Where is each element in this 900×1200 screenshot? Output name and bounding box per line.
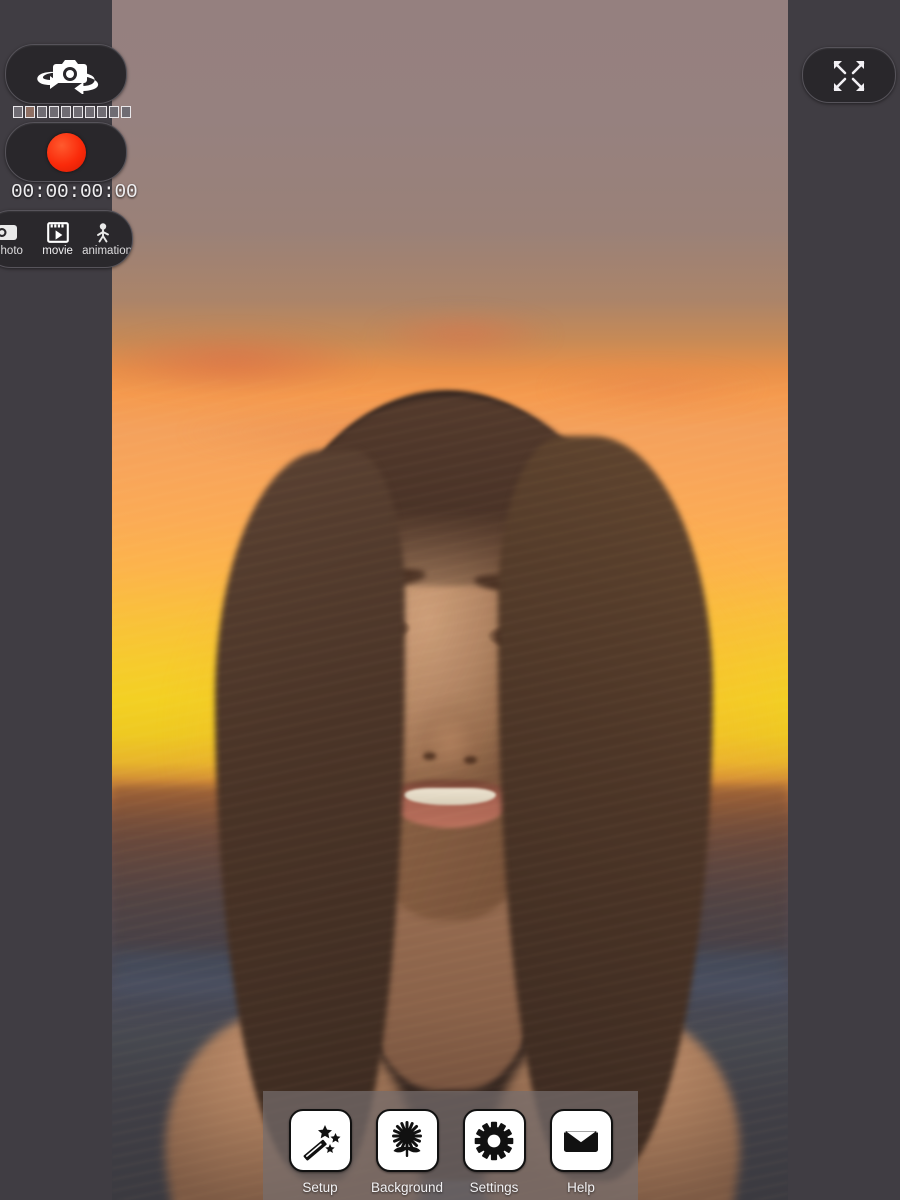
background-icon-box	[375, 1109, 439, 1172]
camera-app-window: 00:00:00:00 photo	[0, 0, 900, 1200]
envelope-icon	[564, 1130, 598, 1152]
settings-icon-box	[462, 1109, 526, 1172]
record-button[interactable]	[5, 122, 127, 182]
setup-icon-box	[288, 1109, 352, 1172]
mode-item-photo[interactable]: photo	[0, 221, 33, 257]
flip-camera-icon	[37, 60, 99, 94]
clapperboard-play-icon	[46, 222, 69, 243]
background-label: Background	[370, 1180, 444, 1195]
frame-cell[interactable]	[25, 106, 35, 118]
letterbox-right	[788, 0, 900, 1200]
frame-cell[interactable]	[49, 106, 59, 118]
frame-cell[interactable]	[37, 106, 47, 118]
camera-preview[interactable]	[112, 0, 788, 1200]
mode-item-animation[interactable]: animation	[82, 221, 132, 257]
frame-cell[interactable]	[109, 106, 119, 118]
hair-strand-texture	[112, 380, 788, 1200]
mode-selector[interactable]: photo movie	[0, 210, 133, 268]
timecode-display: 00:00:00:00	[11, 181, 138, 203]
frame-strip-indicator[interactable]	[13, 106, 131, 118]
fullscreen-expand-icon	[833, 61, 865, 91]
mode-label-animation: animation	[82, 245, 132, 257]
record-dot-icon	[46, 132, 86, 172]
mode-item-movie[interactable]: movie	[33, 221, 82, 257]
setup-label: Setup	[302, 1180, 338, 1195]
fullscreen-button[interactable]	[802, 47, 896, 103]
flip-camera-button[interactable]	[5, 44, 127, 104]
frame-cell[interactable]	[61, 106, 71, 118]
frame-cell[interactable]	[73, 106, 83, 118]
camera-icon	[0, 225, 17, 240]
help-button[interactable]: Help	[548, 1109, 614, 1195]
frame-cell[interactable]	[85, 106, 95, 118]
flower-icon	[392, 1120, 422, 1157]
bottom-toolbar: Setup Background Settings Help	[263, 1091, 638, 1200]
frame-cell[interactable]	[121, 106, 131, 118]
mode-label-photo: photo	[0, 245, 23, 257]
settings-label: Settings	[469, 1180, 519, 1195]
setup-button[interactable]: Setup	[287, 1109, 353, 1195]
magic-wand-stars-icon	[303, 1124, 341, 1160]
frame-cell[interactable]	[97, 106, 107, 118]
subject-person	[112, 380, 788, 1200]
help-label: Help	[567, 1180, 595, 1195]
frame-cell[interactable]	[13, 106, 23, 118]
background-button[interactable]: Background	[370, 1109, 444, 1195]
mode-label-movie: movie	[42, 245, 73, 257]
animation-figure-icon	[97, 223, 110, 243]
gear-icon	[474, 1121, 514, 1160]
settings-button[interactable]: Settings	[461, 1109, 527, 1195]
help-icon-box	[549, 1109, 613, 1172]
